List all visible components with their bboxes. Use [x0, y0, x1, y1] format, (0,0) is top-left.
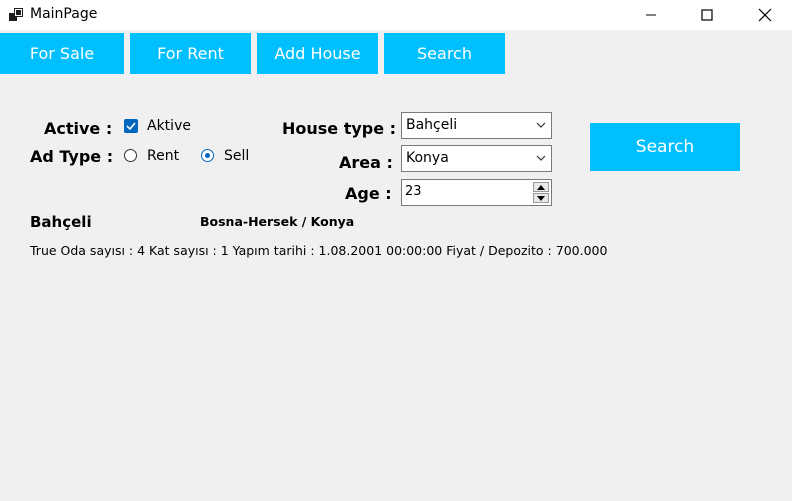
- search-button[interactable]: Search: [590, 123, 740, 171]
- app-icon: [9, 8, 23, 21]
- age-stepper[interactable]: 23: [401, 179, 552, 206]
- nav-search-button[interactable]: Search: [384, 33, 505, 74]
- close-icon: [758, 8, 772, 22]
- arrow-down-icon: [537, 195, 545, 201]
- result-title: Bahçeli: [30, 213, 92, 231]
- active-checkbox[interactable]: [124, 119, 138, 133]
- house-type-label: House type :: [282, 119, 397, 138]
- close-button[interactable]: [742, 0, 788, 30]
- age-decrement-button[interactable]: [533, 193, 549, 203]
- rent-radio-label: Rent: [147, 148, 180, 164]
- window-title: MainPage: [30, 6, 98, 22]
- result-details: True Oda sayısı : 4 Kat sayısı : 1 Yapım…: [30, 243, 608, 258]
- age-increment-button[interactable]: [533, 182, 549, 192]
- rent-radio[interactable]: [124, 149, 137, 162]
- minimize-icon: [646, 14, 656, 16]
- house-type-select[interactable]: Bahçeli: [401, 112, 552, 139]
- maximize-icon: [701, 9, 713, 21]
- house-type-value: Bahçeli: [406, 117, 458, 133]
- area-label: Area :: [339, 153, 393, 172]
- arrow-up-icon: [537, 184, 545, 190]
- for-sale-button[interactable]: For Sale: [0, 33, 124, 74]
- title-bar: MainPage: [0, 0, 792, 30]
- maximize-button[interactable]: [684, 0, 730, 30]
- checkmark-icon: [126, 122, 136, 131]
- sell-radio-label: Sell: [224, 148, 250, 164]
- minimize-button[interactable]: [628, 0, 674, 30]
- area-value: Konya: [406, 150, 449, 166]
- for-rent-button[interactable]: For Rent: [130, 33, 251, 74]
- sell-radio[interactable]: [201, 149, 214, 162]
- result-location: Bosna-Hersek / Konya: [200, 214, 355, 229]
- active-label: Active :: [44, 119, 113, 138]
- age-value: 23: [405, 184, 422, 199]
- active-checkbox-label: Aktive: [147, 118, 191, 134]
- age-label: Age :: [345, 184, 392, 203]
- area-select[interactable]: Konya: [401, 145, 552, 172]
- ad-type-label: Ad Type :: [30, 147, 114, 166]
- chevron-down-icon: [536, 122, 546, 128]
- add-house-button[interactable]: Add House: [257, 33, 378, 74]
- chevron-down-icon: [536, 155, 546, 161]
